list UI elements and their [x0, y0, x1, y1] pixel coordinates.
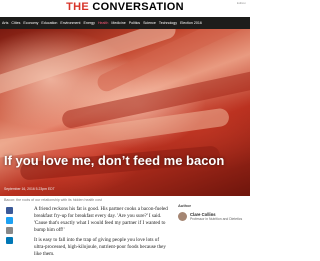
nav-item-cities[interactable]: Cities — [11, 21, 20, 25]
site-logo[interactable]: THE CONVERSATION — [0, 1, 250, 14]
nav-item-economy[interactable]: Economy — [23, 21, 38, 25]
author-card[interactable]: Clare Collins Professor in Nutrition and… — [178, 212, 244, 221]
site-header: THE CONVERSATION Edition — [0, 0, 250, 16]
author-panel: Author Clare Collins Professor in Nutrit… — [178, 203, 244, 221]
avatar — [178, 212, 187, 221]
author-role: Professor in Nutrition and Dietetics — [190, 217, 243, 221]
nav-item-politics[interactable]: Politics — [129, 21, 140, 25]
nav-item-energy[interactable]: Energy — [84, 21, 95, 25]
linkedin-icon[interactable] — [6, 237, 13, 244]
email-icon[interactable] — [6, 227, 13, 234]
twitter-icon[interactable] — [6, 217, 13, 224]
article-paragraph: It is easy to fall into the trap of givi… — [34, 237, 166, 257]
nav-item-health[interactable]: Health — [98, 21, 108, 25]
article-body: A friend reckons his fat is good. His pa… — [34, 206, 170, 261]
nav-item-technology[interactable]: Technology — [159, 21, 177, 25]
share-bar — [6, 207, 16, 247]
edition-selector[interactable]: Edition — [237, 1, 246, 5]
nav-item-medicine[interactable]: Medicine — [111, 21, 125, 25]
article-title: If you love me, don’t feed me bacon — [4, 153, 225, 168]
image-caption: Bacon: the roots of our relationship wit… — [4, 198, 102, 202]
logo-the: THE — [66, 1, 90, 13]
nav-item-arts[interactable]: Arts — [2, 21, 8, 25]
section-nav: Arts Cities Economy Education Environmen… — [0, 17, 250, 29]
article-paragraph: A friend reckons his fat is good. His pa… — [34, 206, 168, 233]
article-header: If you love me, don’t feed me bacon — [0, 153, 250, 175]
nav-item-election[interactable]: Election 2016 — [180, 21, 202, 25]
article-date: September 16, 2016 5.23pm EDT — [4, 187, 55, 191]
nav-item-science[interactable]: Science — [143, 21, 156, 25]
author-heading: Author — [178, 203, 192, 208]
nav-item-education[interactable]: Education — [41, 21, 57, 25]
logo-text: CONVERSATION — [89, 1, 184, 13]
nav-item-environment[interactable]: Environment — [60, 21, 80, 25]
facebook-icon[interactable] — [6, 207, 13, 214]
